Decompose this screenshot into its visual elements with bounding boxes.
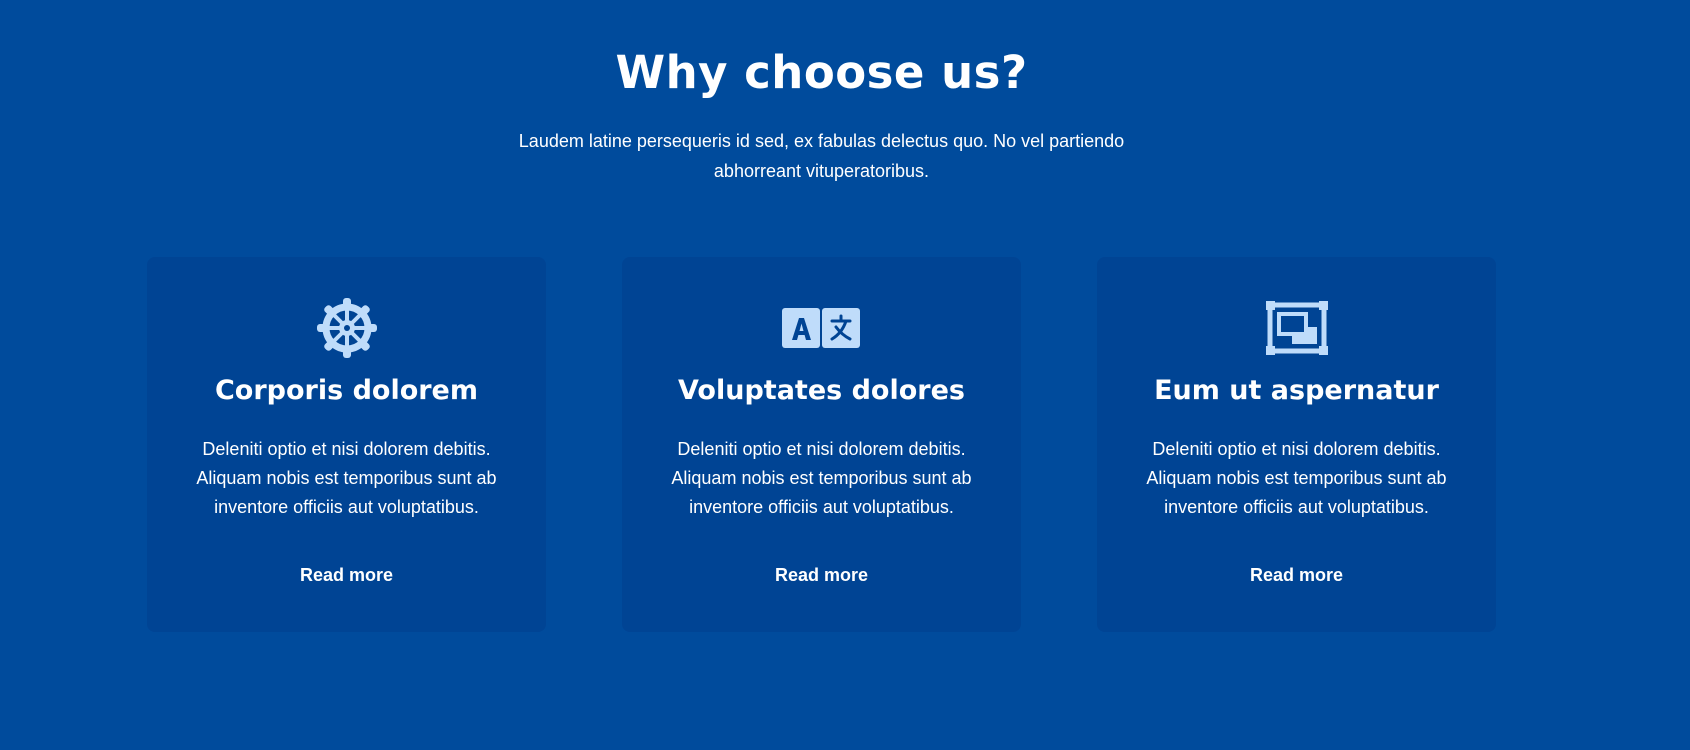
card-description: Deleniti optio et nisi dolorem debitis. …: [1146, 439, 1447, 517]
card-title: Voluptates dolores: [678, 375, 965, 406]
picture-in-picture-icon: [1097, 295, 1496, 361]
dharma-wheel-icon: [147, 295, 546, 361]
feature-card: Voluptates dolores Deleniti optio et nis…: [622, 257, 1021, 632]
section-title: Why choose us?: [615, 46, 1028, 99]
section-subtitle: Laudem latine persequeris id sed, ex fab…: [518, 131, 1125, 181]
card-description: Deleniti optio et nisi dolorem debitis. …: [196, 439, 497, 517]
feature-card: Corporis dolorem Deleniti optio et nisi …: [147, 257, 546, 632]
feature-card: Eum ut aspernatur Deleniti optio et nisi…: [1097, 257, 1496, 632]
card-title: Corporis dolorem: [214, 375, 479, 406]
read-more-link[interactable]: Read more: [147, 563, 546, 587]
card-title: Eum ut aspernatur: [1154, 375, 1439, 406]
read-more-link[interactable]: Read more: [1097, 563, 1496, 587]
why-choose-us-section: Why choose us? Laudem latine persequeris…: [0, 0, 1690, 750]
card-description: Deleniti optio et nisi dolorem debitis. …: [671, 439, 972, 517]
read-more-link[interactable]: Read more: [622, 563, 1021, 587]
translate-icon: [622, 295, 1021, 361]
